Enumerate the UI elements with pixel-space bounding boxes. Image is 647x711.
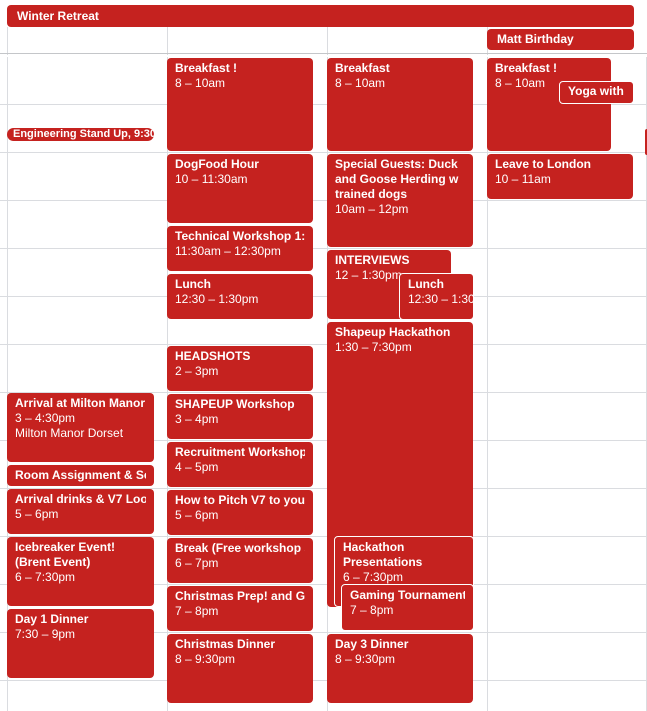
- event-title: Lunch: [408, 277, 444, 291]
- event-how-to-pitch[interactable]: How to Pitch V7 to your Manager 5 – 6pm: [167, 490, 313, 535]
- event-day-1-dinner[interactable]: Day 1 Dinner 7:30 – 9pm: [7, 609, 154, 678]
- event-christmas-prep[interactable]: Christmas Prep! and Games 7 – 8pm: [167, 586, 313, 631]
- event-time: 6 – 7:30pm: [343, 570, 404, 584]
- event-breakfast[interactable]: Breakfast ! 8 – 10am: [487, 58, 611, 151]
- hour-line: [0, 248, 647, 249]
- event-time: 3 – 4:30pm: [15, 411, 76, 425]
- event-breakfast[interactable]: Breakfast ! 8 – 10am: [167, 58, 313, 151]
- event-title: Day 1 Dinner: [15, 612, 89, 626]
- event-time: 8 – 9:30pm: [335, 652, 396, 666]
- event-breakfast[interactable]: Breakfast 8 – 10am: [327, 58, 473, 151]
- event-leave-to-london[interactable]: Leave to London 10 – 11am: [487, 154, 633, 199]
- event-title: Room Assignment & Settle In: [15, 468, 146, 482]
- event-title: DogFood Hour: [175, 157, 259, 171]
- event-arrival-drinks[interactable]: Arrival drinks & V7 Looking Ahead 5 – 6p…: [7, 489, 154, 534]
- event-time: 5 – 6pm: [175, 508, 219, 522]
- event-time: 11:30am – 12:30pm: [175, 244, 281, 258]
- event-icebreaker[interactable]: Icebreaker Event! (Brent Event) 6 – 7:30…: [7, 537, 154, 606]
- event-lunch-overlap[interactable]: Lunch 12:30 – 1:30pm: [399, 273, 474, 320]
- event-time: 7 – 8pm: [350, 603, 394, 617]
- event-christmas-dinner[interactable]: Christmas Dinner 8 – 9:30pm: [167, 634, 313, 703]
- event-time: 8 – 10am: [175, 76, 226, 90]
- event-recruitment-workshop[interactable]: Recruitment Workshop - Candidates 4 – 5p…: [167, 442, 313, 487]
- event-time: 10am – 12pm: [335, 202, 409, 216]
- event-title: Icebreaker Event! (Brent Event): [15, 540, 116, 569]
- event-dogfood-hour[interactable]: DogFood Hour 10 – 11:30am: [167, 154, 313, 223]
- event-special-guests[interactable]: Special Guests: Duck and Goose Herding w…: [327, 154, 473, 247]
- event-title: Recruitment Workshop - Candidates: [175, 445, 305, 459]
- event-title: Breakfast: [335, 61, 390, 75]
- event-headshots[interactable]: HEADSHOTS 2 – 3pm: [167, 346, 313, 391]
- event-time: 6 – 7pm: [175, 556, 219, 570]
- event-title: Special Guests: Duck and Goose Herding w…: [335, 157, 459, 201]
- all-day-event-matt-birthday[interactable]: Matt Birthday: [487, 29, 634, 50]
- event-time: 12:30 – 1:30pm: [175, 292, 259, 306]
- event-time: 8 – 10am: [335, 76, 386, 90]
- event-break[interactable]: Break (Free workshop slot) 6 – 7pm: [167, 538, 313, 583]
- event-technical-workshop[interactable]: Technical Workshop 1: Workshop 11:30am –…: [167, 226, 313, 271]
- event-day-3-dinner[interactable]: Day 3 Dinner 8 – 9:30pm: [327, 634, 473, 703]
- event-title: Hackathon Presentations: [343, 540, 423, 569]
- all-day-section: Winter Retreat Matt Birthday: [0, 0, 647, 55]
- event-title: How to Pitch V7 to your Manager: [175, 493, 305, 507]
- event-time: 7 – 8pm: [175, 604, 219, 618]
- event-title: Leave to London: [495, 157, 591, 171]
- event-time: 7:30 – 9pm: [15, 627, 76, 641]
- event-yoga[interactable]: Yoga with A: [559, 81, 634, 104]
- event-title: INTERVIEWS: [335, 253, 410, 267]
- event-location: Milton Manor Dorset: [15, 426, 124, 440]
- event-shapeup-workshop[interactable]: SHAPEUP Workshop 3 – 4pm: [167, 394, 313, 439]
- event-chip-engineering-stand-up[interactable]: Engineering Stand Up, 9:30am: [7, 128, 154, 141]
- event-title: Technical Workshop 1: Workshop: [175, 229, 305, 243]
- column-divider: [167, 27, 168, 55]
- event-title: Break (Free workshop slot): [175, 541, 305, 555]
- event-title: Christmas Prep! and Games: [175, 589, 305, 603]
- event-time: 4 – 5pm: [175, 460, 219, 474]
- event-title: Shapeup Hackathon: [335, 325, 451, 339]
- event-title: Christmas Dinner: [175, 637, 276, 651]
- event-title: Winter Retreat: [17, 9, 99, 23]
- time-grid: Engineering Stand Up, 9:30am Arrival at …: [0, 57, 647, 711]
- hour-line: [0, 200, 647, 201]
- all-day-event-winter-retreat[interactable]: Winter Retreat: [7, 5, 634, 27]
- hour-line: [0, 296, 647, 297]
- column-divider: [7, 27, 8, 55]
- hour-line: [0, 152, 647, 153]
- event-title: Day 3 Dinner: [335, 637, 409, 651]
- column-divider: [327, 27, 328, 55]
- event-title: Matt Birthday: [497, 32, 574, 46]
- event-title: HEADSHOTS: [175, 349, 251, 363]
- event-time: 12:30 – 1:30pm: [408, 292, 473, 306]
- all-day-divider: [0, 53, 647, 54]
- event-time: 8 – 9:30pm: [175, 652, 236, 666]
- event-time: 10 – 11:30am: [175, 172, 248, 186]
- event-title: Breakfast !: [495, 61, 558, 75]
- hour-line: [0, 344, 647, 345]
- event-time: 6 – 7:30pm: [15, 570, 76, 584]
- event-time: 2 – 3pm: [175, 364, 219, 378]
- event-title: SHAPEUP Workshop: [175, 397, 295, 411]
- event-title: Arrival drinks & V7 Looking Ahead: [15, 492, 146, 506]
- event-title: Lunch: [175, 277, 211, 291]
- event-time: 3 – 4pm: [175, 412, 219, 426]
- event-title: Breakfast !: [175, 61, 238, 75]
- event-title: Gaming Tournament: [350, 588, 465, 602]
- event-time: 5 – 6pm: [15, 507, 59, 521]
- hour-line: [0, 680, 647, 681]
- event-time: 10 – 11am: [495, 172, 551, 186]
- event-time: 1:30 – 7:30pm: [335, 340, 412, 354]
- event-title: Arrival at Milton Manor: [15, 396, 146, 410]
- event-lunch[interactable]: Lunch 12:30 – 1:30pm: [167, 274, 313, 319]
- event-title: Yoga with A: [568, 84, 625, 98]
- event-title: Engineering Stand Up, 9:30am: [13, 128, 154, 140]
- event-room-assignment[interactable]: Room Assignment & Settle In: [7, 465, 154, 486]
- event-arrival-milton-manor[interactable]: Arrival at Milton Manor 3 – 4:30pm Milto…: [7, 393, 154, 462]
- event-gaming-tournament[interactable]: Gaming Tournament 7 – 8pm: [341, 584, 474, 631]
